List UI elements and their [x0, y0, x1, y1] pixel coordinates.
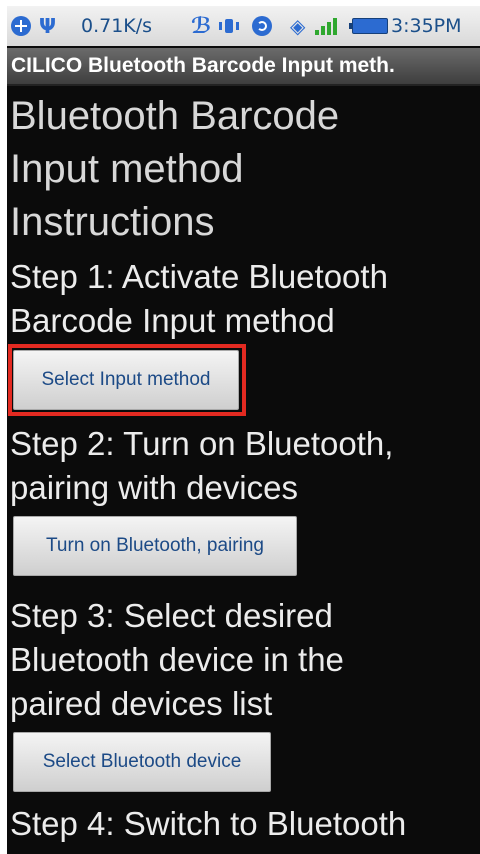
- step-4-line-1: Step 4: Switch to Bluetooth: [10, 805, 407, 842]
- status-bar: Ψ 0.71K/s ℬ ◈ 3:35PM: [7, 6, 480, 46]
- clock: 3:35PM: [391, 15, 462, 37]
- battery-icon: [349, 6, 388, 46]
- bluetooth-icon: ℬ: [191, 13, 212, 39]
- add-circle-icon: [11, 6, 31, 46]
- step-1-line-1: Step 1: Activate Bluetooth: [10, 258, 388, 295]
- step-1-line-2: Barcode Input method: [10, 302, 335, 339]
- step-3-line-1: Step 3: Select desired: [10, 597, 333, 634]
- heading-line-3: Instructions: [10, 200, 215, 244]
- select-bluetooth-device-button[interactable]: Select Bluetooth device: [13, 732, 271, 792]
- net-speed: 0.71K/s: [81, 15, 153, 37]
- turn-on-bluetooth-button[interactable]: Turn on Bluetooth, pairing: [13, 516, 297, 576]
- step-3-line-3: paired devices list: [10, 685, 273, 722]
- wifi-icon: ◈: [290, 14, 306, 38]
- step-2-line-1: Step 2: Turn on Bluetooth,: [10, 425, 394, 462]
- signal-icon: [315, 6, 337, 46]
- step-2-line-2: pairing with devices: [10, 469, 298, 506]
- vibrate-icon: [217, 6, 241, 46]
- phone-screen: Ψ 0.71K/s ℬ ◈ 3:35PM CILICO Bluetooth Ba…: [7, 6, 480, 854]
- select-input-method-button[interactable]: Select Input method: [13, 350, 239, 410]
- heading-line-2: Input method: [10, 147, 244, 191]
- app-title-bar: CILICO Bluetooth Barcode Input meth.: [7, 48, 480, 86]
- heading-line-1: Bluetooth Barcode: [10, 94, 340, 138]
- step-3-line-2: Bluetooth device in the: [10, 641, 344, 678]
- usb-icon: Ψ: [39, 14, 56, 38]
- sync-icon: [252, 6, 272, 46]
